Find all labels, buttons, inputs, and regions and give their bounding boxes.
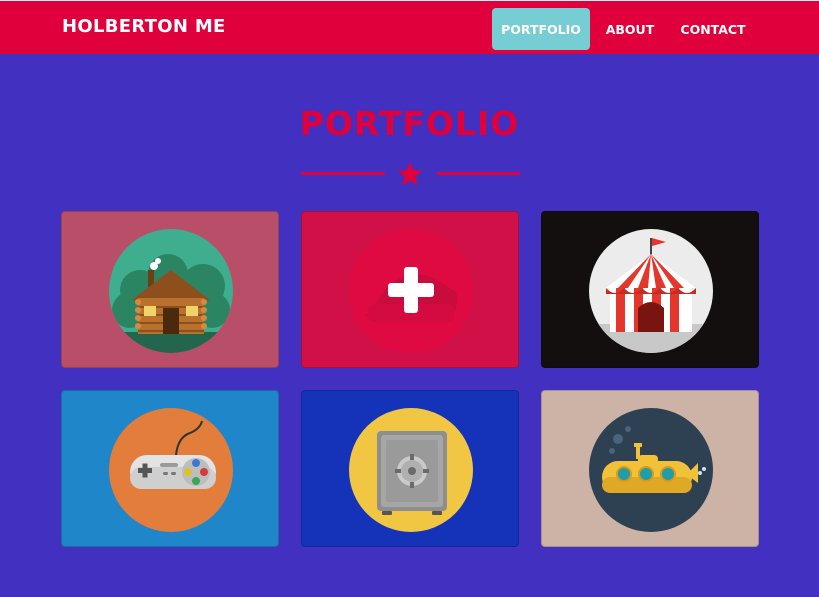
portfolio-item-submarine[interactable] [541, 390, 759, 547]
portfolio-item-cabin[interactable] [61, 211, 279, 368]
portfolio-item-controller[interactable] [61, 390, 279, 547]
safe-icon [349, 408, 473, 532]
circus-tent-icon [589, 229, 713, 353]
divider-line-left [301, 172, 385, 175]
nav-item-portfolio[interactable]: PORTFOLIO [492, 8, 590, 50]
portfolio-item-cake[interactable] [301, 211, 519, 368]
portfolio-item-circus[interactable] [541, 211, 759, 368]
submarine-icon [589, 408, 713, 532]
divider-line-right [437, 172, 520, 175]
portfolio-title: PORTFOLIO [299, 104, 520, 143]
navbar: HOLBERTON ME PORTFOLIO ABOUT CONTACT [0, 0, 819, 54]
nav-item-contact[interactable]: CONTACT [670, 8, 756, 50]
game-controller-icon [109, 408, 233, 532]
portfolio-item-safe[interactable] [301, 390, 519, 547]
log-cabin-icon [109, 229, 233, 353]
brand-logo[interactable]: HOLBERTON ME [62, 16, 226, 37]
star-icon [397, 161, 423, 186]
cake-icon [349, 229, 473, 353]
nav-item-about[interactable]: ABOUT [596, 8, 664, 50]
